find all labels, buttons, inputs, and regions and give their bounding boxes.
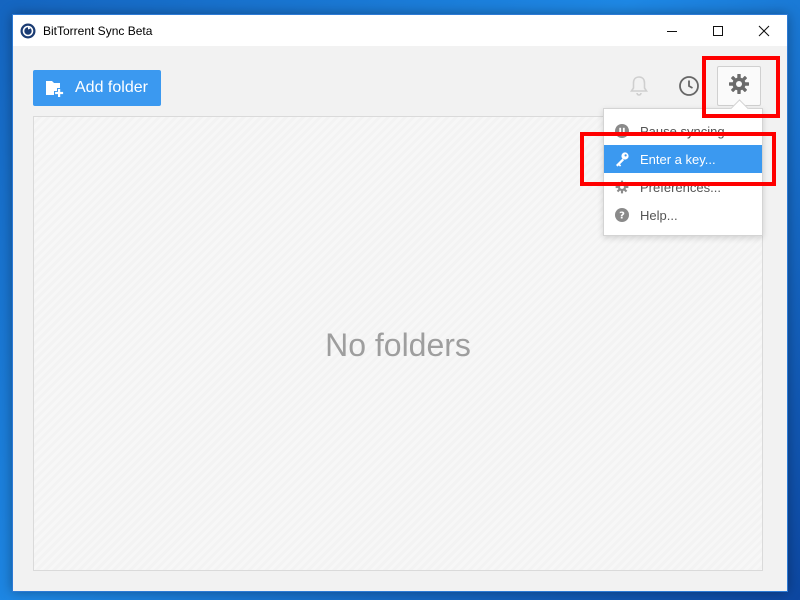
bittorrent-sync-logo-icon [19,22,37,40]
pause-icon [614,123,630,139]
menu-item-preferences[interactable]: Preferences... [604,173,762,201]
title-bar[interactable]: BitTorrent Sync Beta [13,15,787,46]
maximize-button[interactable] [695,15,741,46]
gear-icon [614,179,630,195]
menu-item-label: Preferences... [640,179,721,195]
window-title: BitTorrent Sync Beta [43,23,153,38]
gear-icon [728,73,750,100]
clock-icon [678,75,700,102]
minimize-icon [667,30,677,32]
bell-icon [629,75,649,102]
menu-item-pause-syncing[interactable]: Pause syncing [604,117,762,145]
maximize-icon [713,25,723,36]
add-folder-button[interactable]: Add folder [33,70,161,106]
empty-state-text: No folders [325,327,471,363]
menu-item-enter-key[interactable]: Enter a key... [604,145,762,173]
close-button[interactable] [741,15,787,46]
app-window: BitTorrent Sync Beta Add folder No folde… [12,14,788,592]
add-folder-icon [45,78,65,98]
svg-text:?: ? [619,211,625,222]
menu-item-label: Pause syncing [640,123,725,139]
notifications-button[interactable] [621,70,657,106]
add-folder-label: Add folder [75,79,148,96]
minimize-button[interactable] [649,15,695,46]
history-button[interactable] [671,70,707,106]
settings-dropdown-menu: Pause syncing Enter a key... Preferences… [603,108,763,236]
window-controls [649,15,787,46]
close-icon [758,25,770,36]
help-icon: ? [614,207,630,223]
menu-item-label: Help... [640,207,678,223]
main-content: Add folder No folders Pause syncing Ente… [13,46,787,591]
key-icon [614,151,630,167]
menu-item-help[interactable]: ? Help... [604,201,762,229]
menu-item-label: Enter a key... [640,151,716,167]
